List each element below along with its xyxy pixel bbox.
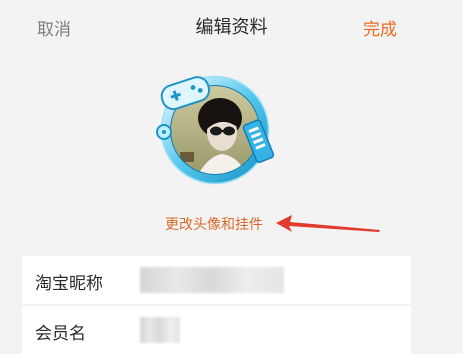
member-name-label: 会员名: [35, 324, 86, 344]
change-avatar-link[interactable]: 更改头像和挂件: [165, 214, 263, 234]
done-button[interactable]: 完成: [363, 15, 397, 40]
frame-gear-decoration: [156, 124, 172, 140]
nickname-value-blurred: [140, 267, 284, 293]
avatar[interactable]: [150, 70, 280, 190]
nickname-row[interactable]: 淘宝昵称: [22, 256, 411, 304]
nickname-label: 淘宝昵称: [35, 274, 103, 294]
member-name-value-blurred: [140, 317, 180, 343]
avatar-with-pendant: [156, 75, 275, 185]
left-arrow-icon: [276, 215, 380, 232]
member-name-row[interactable]: 会员名: [22, 306, 411, 354]
top-bar: 取消 编辑资料 完成: [0, 0, 463, 52]
